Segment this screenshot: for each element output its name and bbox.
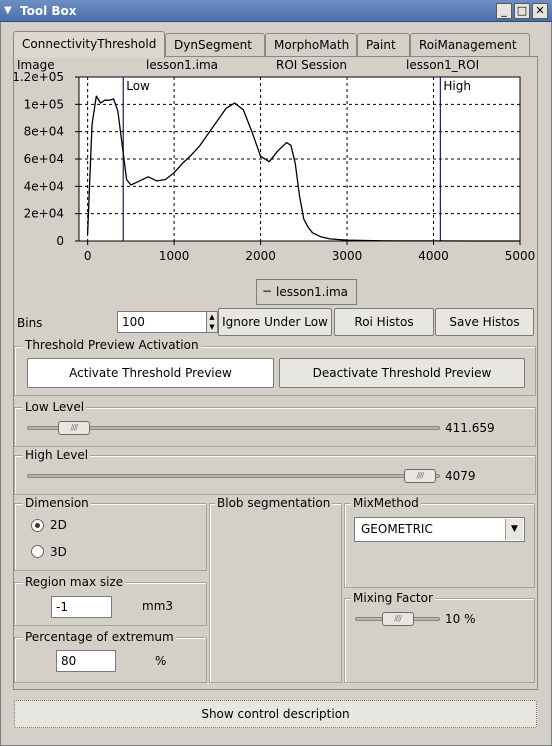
- region-max-size-unit: mm3: [142, 599, 174, 613]
- radio-2d-label: 2D: [50, 518, 67, 532]
- histogram-chart[interactable]: 0 1000 2000 3000 4000 5000 0 2e+04 4e+04 6e+04 8e+…: [14, 70, 538, 310]
- maximize-button[interactable]: □: [514, 3, 530, 19]
- y-tick-label: 6e+04: [24, 152, 64, 166]
- blob-segmentation-title: Blob segmentation: [215, 496, 333, 510]
- mixing-factor-title: Mixing Factor: [351, 591, 435, 605]
- mix-method-group: [344, 503, 535, 588]
- y-tick-label: 8e+04: [24, 125, 64, 139]
- radio-3d[interactable]: [31, 545, 44, 558]
- chart-legend: − lesson1.ima: [256, 279, 357, 305]
- tab-roi-management[interactable]: RoiManagement: [410, 33, 530, 56]
- close-button[interactable]: ✕: [532, 3, 548, 19]
- chevron-down-icon[interactable]: ▼: [505, 519, 523, 540]
- percentage-extremum-unit: %: [155, 654, 167, 668]
- activate-threshold-preview-button[interactable]: Activate Threshold Preview: [27, 358, 274, 388]
- high-level-slider-track[interactable]: [27, 474, 440, 478]
- y-tick-label: 2e+04: [24, 207, 64, 221]
- title-bar: ▼ Tool Box _ □ ✕: [0, 0, 552, 22]
- x-tick-label: 2000: [245, 249, 276, 263]
- deactivate-threshold-preview-button[interactable]: Deactivate Threshold Preview: [279, 358, 525, 388]
- percentage-extremum-title: Percentage of extremum: [23, 630, 176, 644]
- x-tick-label: 4000: [418, 249, 449, 263]
- mixing-factor-group: [344, 598, 535, 683]
- low-level-slider-handle[interactable]: ////: [57, 421, 90, 435]
- bins-input[interactable]: 100: [117, 311, 208, 333]
- region-max-size-title: Region max size: [23, 575, 126, 589]
- show-control-description-button[interactable]: Show control description: [14, 700, 537, 728]
- bins-label: Bins: [17, 316, 43, 330]
- mixing-factor-value: 10 %: [445, 612, 476, 626]
- low-level-title: Low Level: [23, 400, 87, 414]
- roi-histos-button[interactable]: Roi Histos: [334, 308, 434, 336]
- threshold-preview-title: Threshold Preview Activation: [23, 338, 201, 352]
- low-marker-label: Low: [126, 79, 150, 93]
- window-menu-icon[interactable]: ▼: [4, 5, 16, 17]
- save-histos-button[interactable]: Save Histos: [435, 308, 534, 336]
- tab-paint[interactable]: Paint: [357, 33, 410, 56]
- mixing-factor-slider-handle[interactable]: ////: [381, 612, 414, 626]
- dimension-group: [14, 503, 207, 571]
- high-level-value: 4079: [445, 469, 476, 483]
- y-tick-label: 1.2e+05: [14, 70, 64, 84]
- mix-method-select[interactable]: GEOMETRIC ▼: [354, 517, 525, 542]
- high-level-slider-handle[interactable]: ////: [403, 469, 436, 483]
- radio-3d-label: 3D: [50, 545, 67, 559]
- tab-morpho-math[interactable]: MorphoMath: [265, 33, 357, 56]
- x-tick-label: 5000: [505, 249, 536, 263]
- radio-selected-dot: [35, 523, 40, 528]
- high-level-title: High Level: [23, 448, 91, 462]
- radio-2d[interactable]: [31, 519, 44, 532]
- tab-dyn-segment[interactable]: DynSegment: [165, 33, 265, 56]
- low-level-value: 411.659: [445, 421, 495, 435]
- x-tick-label: 0: [84, 249, 92, 263]
- legend-label: lesson1.ima: [276, 285, 348, 299]
- spin-up-icon[interactable]: ▲: [207, 312, 217, 322]
- legend-marker: −: [262, 284, 273, 298]
- region-max-size-input[interactable]: -1: [51, 596, 112, 618]
- mix-method-title: MixMethod: [351, 496, 421, 510]
- blob-segmentation-group: [209, 503, 342, 683]
- ignore-under-low-button[interactable]: Ignore Under Low: [218, 308, 332, 336]
- bins-spinner[interactable]: ▲ ▼: [206, 311, 218, 333]
- minimize-button[interactable]: _: [496, 3, 512, 19]
- percentage-extremum-input[interactable]: 80: [56, 650, 116, 672]
- tab-connectivity-threshold[interactable]: ConnectivityThreshold: [13, 31, 165, 58]
- high-marker-label: High: [443, 79, 471, 93]
- mix-method-value: GEOMETRIC: [361, 522, 433, 536]
- y-tick-label: 4e+04: [24, 179, 64, 193]
- y-tick-label: 1e+05: [24, 97, 64, 111]
- spin-down-icon[interactable]: ▼: [207, 322, 217, 332]
- y-tick-label: 0: [56, 234, 64, 248]
- x-tick-label: 1000: [159, 249, 190, 263]
- x-tick-label: 3000: [332, 249, 363, 263]
- window-title: Tool Box: [20, 4, 77, 18]
- dimension-title: Dimension: [23, 496, 91, 510]
